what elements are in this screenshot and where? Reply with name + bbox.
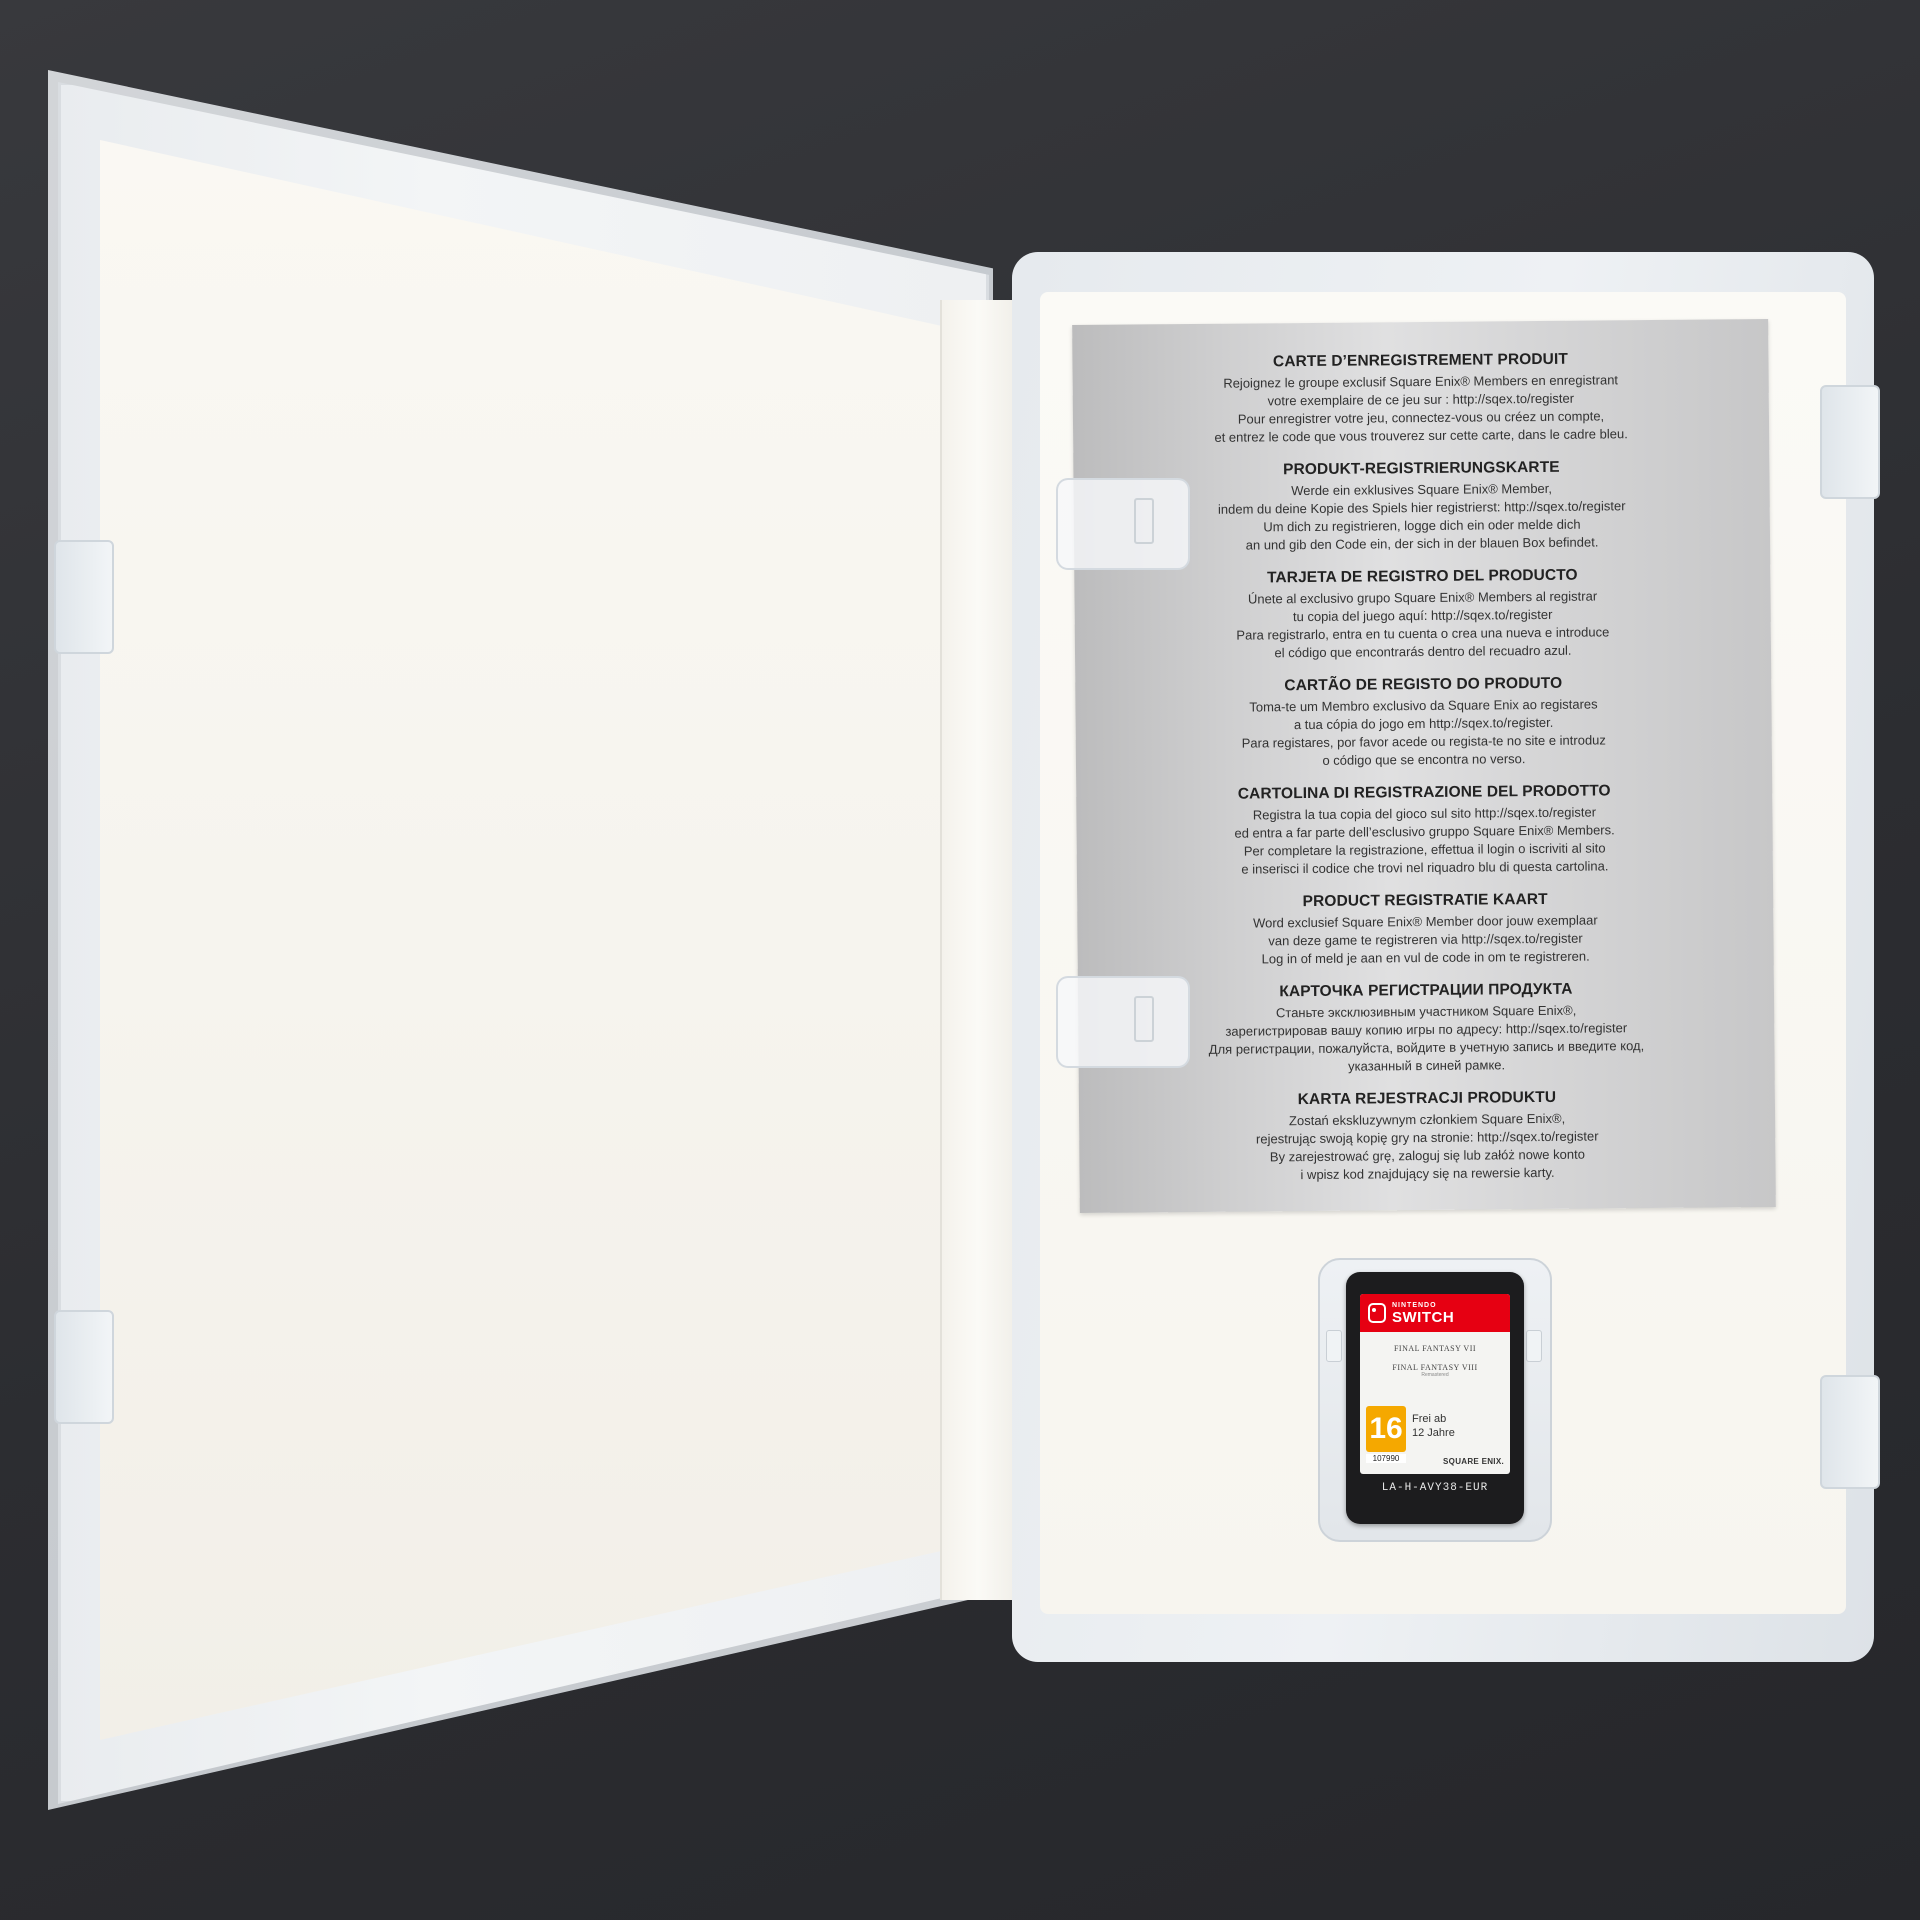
age-line-1: Frei ab: [1412, 1413, 1447, 1425]
reg-section-fr: CARTE D’ENREGISTREMENT PRODUIT Rejoignez…: [1072, 349, 1769, 448]
reg-section-it: CARTOLINA DI REGISTRAZIONE DEL PRODOTTO …: [1076, 781, 1773, 880]
age-rating-text: Frei ab 12 Jahre: [1412, 1412, 1455, 1440]
game-logo-ff7: FINAL FANTASY VII: [1393, 1344, 1477, 1353]
right-latch-tab-bottom: [1820, 1375, 1880, 1489]
case-left-insert: [100, 140, 940, 1740]
switch-brand-text: NINTENDO SWITCH: [1392, 1302, 1454, 1325]
age-line-2: 12 Jahre: [1412, 1427, 1455, 1439]
cartridge-slot-grip-right: [1526, 1330, 1542, 1362]
reg-title: KARTA REJESTRACJI PRODUKTU: [1297, 1088, 1557, 1109]
left-hinge-tab-top: [54, 540, 114, 654]
usk-rating-badge: 16: [1366, 1406, 1406, 1452]
right-latch-tab-top: [1820, 385, 1880, 499]
registration-card: CARTE D’ENREGISTREMENT PRODUIT Rejoignez…: [1072, 318, 1776, 1214]
reg-section-es: TARJETA DE REGISTRO DEL PRODUCTO Únete a…: [1074, 565, 1771, 664]
game-cartridge[interactable]: NINTENDO SWITCH FINAL FANTASY VII FINAL …: [1346, 1272, 1524, 1524]
cartridge-label: NINTENDO SWITCH FINAL FANTASY VII FINAL …: [1360, 1294, 1510, 1474]
reg-section-nl: PRODUCT REGISTRATIE KAART Word exclusief…: [1077, 889, 1774, 970]
left-hinge-tab-mid: [54, 1310, 114, 1424]
brand-main: SWITCH: [1392, 1308, 1455, 1326]
publisher-logo: SQUARE ENIX.: [1443, 1457, 1504, 1466]
reg-title: CARTOLINA DI REGISTRAZIONE DEL PRODOTTO: [1237, 782, 1611, 803]
switch-logo-icon: [1368, 1303, 1386, 1323]
game-logo-ff8: FINAL FANTASY VIII: [1392, 1363, 1478, 1372]
reg-title: CARTÃO DE REGISTO DO PRODUTO: [1284, 674, 1563, 695]
usk-number: 107990: [1366, 1454, 1406, 1463]
reg-section-pt: CARTÃO DE REGISTO DO PRODUTO Toma-te um …: [1075, 673, 1772, 772]
reg-title: PRODUCT REGISTRATIE KAART: [1302, 890, 1548, 911]
game-logo-ff8-sub: Remastered: [1421, 1372, 1449, 1378]
reg-title: CARTE D’ENREGISTREMENT PRODUIT: [1272, 350, 1568, 371]
cartridge-slot-grip-left: [1326, 1330, 1342, 1362]
booklet-clip-top[interactable]: [1056, 478, 1190, 570]
nintendo-switch-banner: NINTENDO SWITCH: [1360, 1294, 1510, 1332]
booklet-clip-bottom[interactable]: [1056, 976, 1190, 1068]
product-code: LA-H-AVY38-EUR: [1381, 1482, 1489, 1494]
reg-section-pl: KARTA REJESTRACJI PRODUKTU Zostań eksklu…: [1079, 1087, 1776, 1186]
